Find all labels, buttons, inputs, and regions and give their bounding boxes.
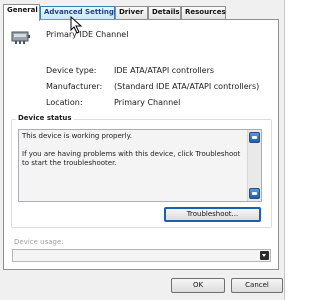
device-usage-select[interactable] [12,249,271,262]
troubleshoot-button[interactable]: Troubleshoot... [164,207,261,222]
cancel-button[interactable]: Cancel [231,278,283,293]
manufacturer-value: (Standard IDE ATA/ATAPI controllers) [114,82,260,91]
device-usage-label: Device usage: [14,238,64,246]
tab-resources[interactable]: Resources [181,6,226,19]
location-label: Location: [46,98,83,107]
device-properties-dialog: General Advanced Settings Driver Details… [0,0,285,300]
ok-button[interactable]: OK [171,278,225,293]
device-status-title: Device status [16,114,74,122]
mouse-pointer-icon [70,16,83,34]
status-line-troubleshoot: If you are having problems with this dev… [22,150,241,167]
location-value: Primary Channel [114,98,181,107]
scroll-down-icon[interactable] [249,188,260,199]
manufacturer-label: Manufacturer: [46,82,103,91]
scroll-up-icon[interactable] [249,132,260,143]
device-type-label: Device type: [46,66,97,75]
tab-driver[interactable]: Driver [115,6,148,19]
device-status-text: This device is working properly. If you … [22,132,244,177]
device-name: Primary IDE Channel [46,30,129,39]
ide-controller-icon [11,31,30,44]
tab-details[interactable]: Details [148,6,181,19]
status-line-working: This device is working properly. [22,132,132,140]
device-status-textbox[interactable]: This device is working properly. If you … [18,129,262,202]
tab-general[interactable]: General [3,4,40,21]
device-type-value: IDE ATA/ATAPI controllers [114,66,215,75]
chevron-down-icon[interactable] [260,251,269,260]
status-scrollbar[interactable] [247,130,261,201]
